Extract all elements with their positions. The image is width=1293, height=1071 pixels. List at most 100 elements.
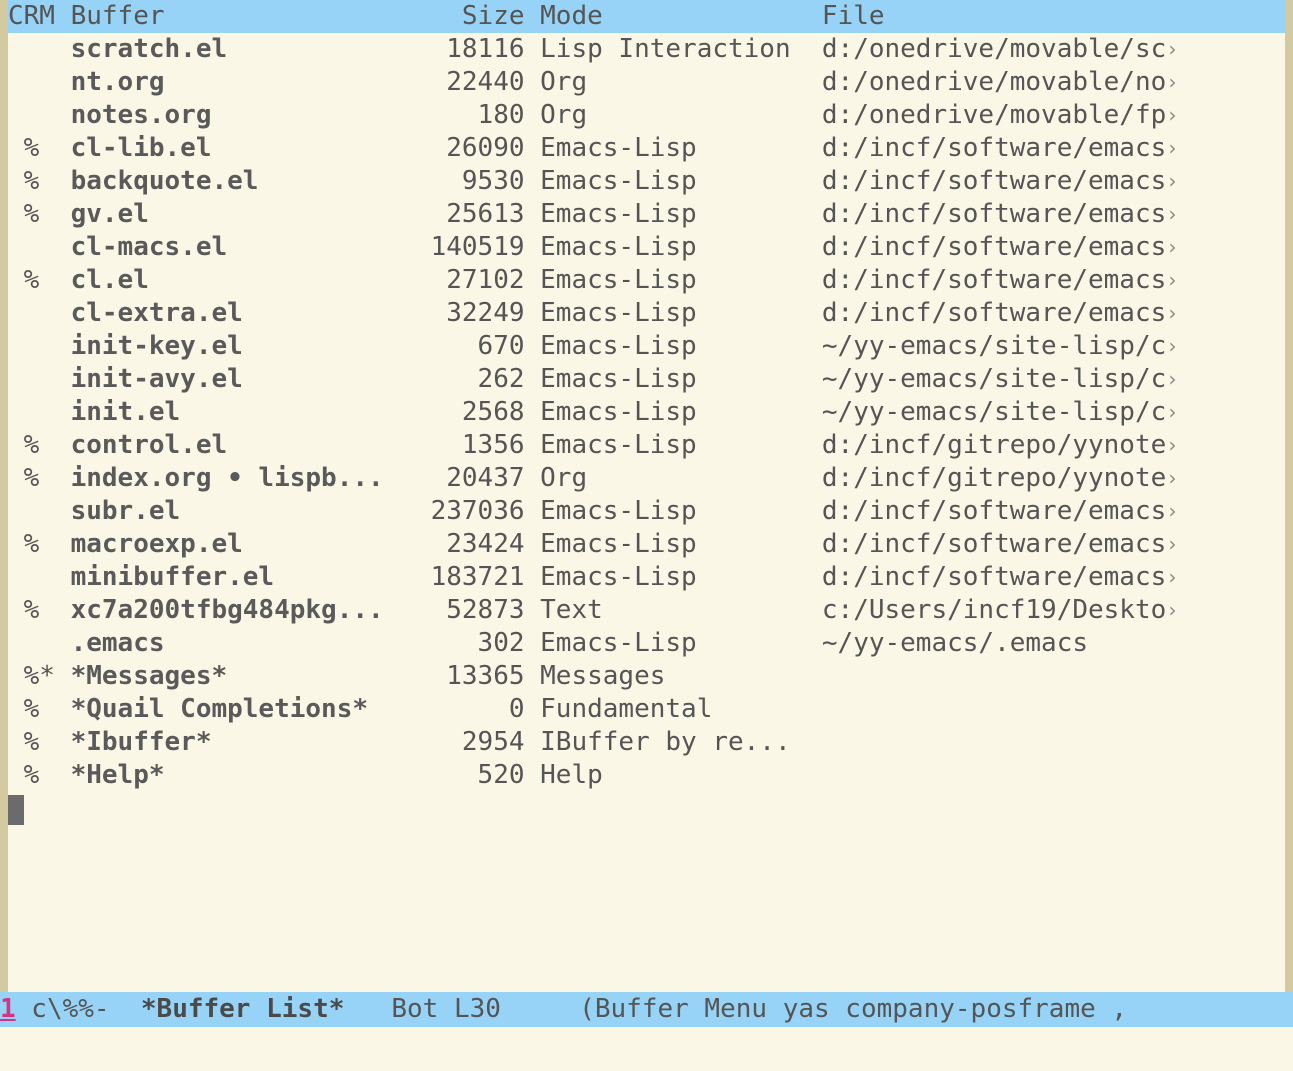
buffer-name[interactable]: minibuffer.el — [71, 561, 415, 594]
crm-flags — [8, 99, 55, 132]
buffer-name[interactable]: gv.el — [71, 198, 415, 231]
buffer-name[interactable]: control.el — [71, 429, 415, 462]
crm-flags — [8, 231, 55, 264]
buffer-size: 22440 — [415, 66, 525, 99]
buffer-name[interactable]: init-key.el — [71, 330, 415, 363]
buffer-size: 25613 — [415, 198, 525, 231]
cursor-line[interactable] — [8, 792, 1285, 825]
header-crm[interactable]: CRM — [8, 0, 55, 33]
buffer-file: ~/yy-emacs/.emacs — [822, 627, 1088, 660]
truncation-glyph-icon: › — [1166, 235, 1178, 259]
buffer-name[interactable]: cl-macs.el — [71, 231, 415, 264]
buffer-size: 9530 — [415, 165, 525, 198]
header-buffer[interactable]: Buffer — [71, 0, 415, 33]
buffer-name[interactable]: cl-extra.el — [71, 297, 415, 330]
buffer-size: 2954 — [415, 726, 525, 759]
buffer-size: 180 — [415, 99, 525, 132]
crm-flags: % — [8, 594, 55, 627]
buffer-name[interactable]: notes.org — [71, 99, 415, 132]
buffer-name[interactable]: init.el — [71, 396, 415, 429]
table-row[interactable]: minibuffer.el183721Emacs-Lispd:/incf/sof… — [8, 561, 1285, 594]
left-fringe — [0, 0, 8, 1071]
table-row[interactable]: notes.org180Orgd:/onedrive/movable/fp› — [8, 99, 1285, 132]
buffer-list-rows[interactable]: scratch.el18116Lisp Interactiond:/onedri… — [8, 33, 1285, 792]
buffer-mode: Emacs-Lisp — [540, 132, 806, 165]
buffer-name[interactable]: .emacs — [71, 627, 415, 660]
buffer-name[interactable]: *Ibuffer* — [71, 726, 415, 759]
buffer-mode: Help — [540, 759, 806, 792]
header-mode[interactable]: Mode — [540, 0, 806, 33]
buffer-mode: Emacs-Lisp — [540, 264, 806, 297]
buffer-name[interactable]: backquote.el — [71, 165, 415, 198]
table-row[interactable]: % *Ibuffer*2954IBuffer by re... — [8, 726, 1285, 759]
crm-flags: % — [8, 693, 55, 726]
table-row[interactable]: .emacs302Emacs-Lisp~/yy-emacs/.emacs — [8, 627, 1285, 660]
buffer-name[interactable]: *Quail Completions* — [71, 693, 415, 726]
buffer-name[interactable]: index.org • lispb... — [71, 462, 415, 495]
buffer-mode: Emacs-Lisp — [540, 297, 806, 330]
table-row[interactable]: % xc7a200tfbg484pkg...52873Textc:/Users/… — [8, 594, 1285, 627]
buffer-size: 1356 — [415, 429, 525, 462]
buffer-list-window[interactable]: CRM BufferSize Mode File scratch.el18116Lis… — [8, 0, 1285, 1071]
table-row[interactable]: % *Quail Completions*0Fundamental — [8, 693, 1285, 726]
buffer-mode: Fundamental — [540, 693, 806, 726]
table-row[interactable]: %**Messages*13365Messages — [8, 660, 1285, 693]
buffer-mode: Emacs-Lisp — [540, 165, 806, 198]
table-row[interactable]: % index.org • lispb...20437Orgd:/incf/gi… — [8, 462, 1285, 495]
buffer-name[interactable]: cl-lib.el — [71, 132, 415, 165]
buffer-name[interactable]: init-avy.el — [71, 363, 415, 396]
header-file[interactable]: File — [822, 0, 885, 33]
table-row[interactable]: init-key.el670Emacs-Lisp~/yy-emacs/site-… — [8, 330, 1285, 363]
table-row[interactable]: % cl.el27102Emacs-Lispd:/incf/software/e… — [8, 264, 1285, 297]
buffer-file: ~/yy-emacs/site-lisp/c — [822, 330, 1166, 363]
buffer-name[interactable]: *Help* — [71, 759, 415, 792]
buffer-name[interactable]: scratch.el — [71, 33, 415, 66]
buffer-file: d:/incf/gitrepo/yynote — [822, 429, 1166, 462]
echo-area[interactable] — [0, 1027, 1293, 1071]
mode-line-buffer-name[interactable]: *Buffer List* — [141, 994, 345, 1024]
table-row[interactable]: init-avy.el262Emacs-Lisp~/yy-emacs/site-… — [8, 363, 1285, 396]
crm-flags: % — [8, 462, 55, 495]
buffer-name[interactable]: macroexp.el — [71, 528, 415, 561]
table-row[interactable]: cl-extra.el32249Emacs-Lispd:/incf/softwa… — [8, 297, 1285, 330]
buffer-file: d:/incf/software/emacs — [822, 495, 1166, 528]
buffer-name[interactable]: cl.el — [71, 264, 415, 297]
truncation-glyph-icon: › — [1166, 367, 1178, 391]
table-row[interactable]: % cl-lib.el26090Emacs-Lispd:/incf/softwa… — [8, 132, 1285, 165]
buffer-size: 237036 — [415, 495, 525, 528]
table-row[interactable]: % control.el1356Emacs-Lispd:/incf/gitrep… — [8, 429, 1285, 462]
truncation-glyph-icon: › — [1166, 532, 1178, 556]
buffer-mode: Emacs-Lisp — [540, 330, 806, 363]
table-row[interactable]: % *Help*520Help — [8, 759, 1285, 792]
buffer-mode: Messages — [540, 660, 806, 693]
header-size[interactable]: Size — [415, 0, 525, 33]
buffer-mode: Emacs-Lisp — [540, 363, 806, 396]
buffer-name[interactable]: *Messages* — [71, 660, 415, 693]
buffer-file: d:/incf/software/emacs — [822, 561, 1166, 594]
buffer-file: d:/incf/software/emacs — [822, 231, 1166, 264]
truncation-glyph-icon: › — [1166, 103, 1178, 127]
buffer-file: d:/incf/software/emacs — [822, 198, 1166, 231]
buffer-mode: Emacs-Lisp — [540, 396, 806, 429]
buffer-size: 140519 — [415, 231, 525, 264]
table-row[interactable]: init.el2568Emacs-Lisp~/yy-emacs/site-lis… — [8, 396, 1285, 429]
table-row[interactable]: nt.org22440Orgd:/onedrive/movable/no› — [8, 66, 1285, 99]
truncation-glyph-icon: › — [1166, 169, 1178, 193]
table-row[interactable]: subr.el237036Emacs-Lispd:/incf/software/… — [8, 495, 1285, 528]
mode-line[interactable]: 1 c\%%- *Buffer List* Bot L30 (Buffer Me… — [0, 992, 1293, 1027]
table-row[interactable]: % backquote.el9530Emacs-Lispd:/incf/soft… — [8, 165, 1285, 198]
buffer-size: 520 — [415, 759, 525, 792]
table-row[interactable]: scratch.el18116Lisp Interactiond:/onedri… — [8, 33, 1285, 66]
table-row[interactable]: cl-macs.el140519Emacs-Lispd:/incf/softwa… — [8, 231, 1285, 264]
table-row[interactable]: % gv.el25613Emacs-Lispd:/incf/software/e… — [8, 198, 1285, 231]
truncation-glyph-icon: › — [1166, 400, 1178, 424]
buffer-file: c:/Users/incf19/Deskto — [822, 594, 1166, 627]
mode-line-modes[interactable]: (Buffer Menu yas company-posframe , — [579, 994, 1127, 1024]
truncation-glyph-icon: › — [1166, 268, 1178, 292]
buffer-name[interactable]: nt.org — [71, 66, 415, 99]
truncation-glyph-icon: › — [1166, 334, 1178, 358]
crm-flags: % — [8, 132, 55, 165]
buffer-name[interactable]: subr.el — [71, 495, 415, 528]
table-row[interactable]: % macroexp.el23424Emacs-Lispd:/incf/soft… — [8, 528, 1285, 561]
buffer-name[interactable]: xc7a200tfbg484pkg... — [71, 594, 415, 627]
